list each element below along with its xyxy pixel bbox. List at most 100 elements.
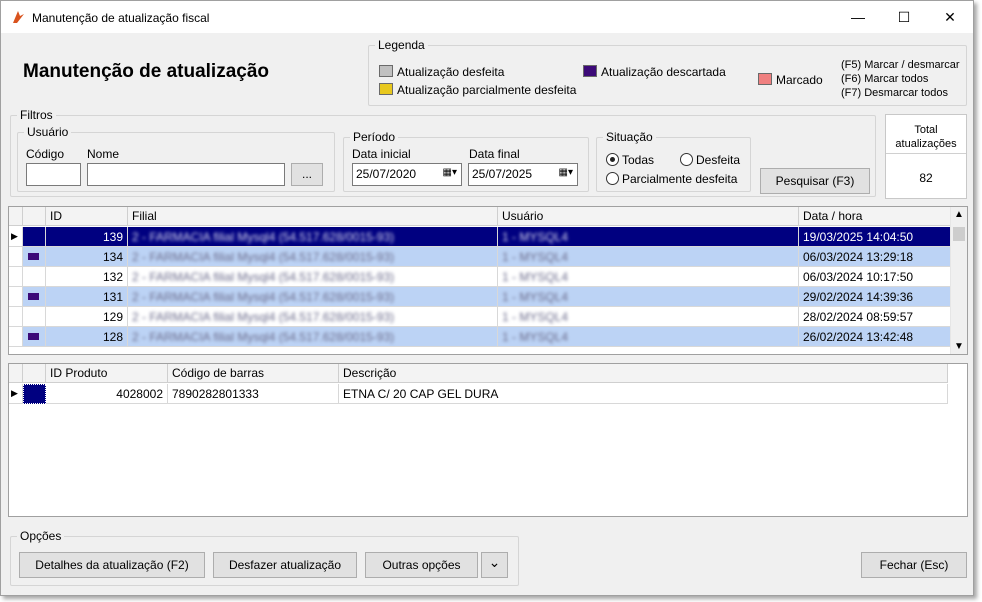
pesquisar-button[interactable]: Pesquisar (F3) [760,168,870,194]
radio-todas-label[interactable]: Todas [622,153,654,167]
id-cell[interactable]: 132 [46,267,128,287]
close-window-button[interactable]: ✕ [927,1,973,33]
id-cell[interactable]: 131 [46,287,128,307]
product-barcode-cell[interactable]: 7890282801333 [168,384,339,404]
filial-cell-text: 2 - FARMACIA filial Mysql4 (54.517.628/0… [132,250,395,264]
usuario-cell[interactable]: 1 - MYSQL4 [498,227,799,247]
data-hora-cell[interactable]: 26/02/2024 13:42:48 [799,327,951,347]
nome-input[interactable] [87,163,285,186]
products-table[interactable]: ID Produto Código de barras Descrição ▶ … [8,363,968,517]
col-header-codigo-barras[interactable]: Código de barras [168,364,339,383]
filial-cell[interactable]: 2 - FARMACIA filial Mysql4 (54.517.628/0… [128,327,498,347]
row-indicator-cell [9,327,23,347]
legend-label-descartada: Atualização descartada [601,65,726,79]
product-mark-cell[interactable] [23,384,46,404]
usuario-cell-text: 1 - MYSQL4 [502,290,569,304]
chevron-down-icon[interactable]: ⌄ [481,552,508,578]
data-hora-cell[interactable]: 06/03/2024 13:29:18 [799,247,951,267]
scroll-down-icon[interactable]: ▼ [951,341,967,352]
radio-desfeita-label[interactable]: Desfeita [696,153,740,167]
row-indicator-cell [9,247,23,267]
col-header-id[interactable]: ID [46,207,128,226]
outras-opcoes-button[interactable]: Outras opções [365,552,478,578]
id-cell[interactable]: 134 [46,247,128,267]
col-header-data[interactable]: Data / hora [799,207,951,226]
col-header-usuario[interactable]: Usuário [498,207,799,226]
id-cell[interactable]: 139 [46,227,128,247]
row-indicator-cell [9,267,23,287]
col-header-id-produto[interactable]: ID Produto [46,364,168,383]
row-indicator-cell [9,307,23,327]
col-header-filial[interactable]: Filial [128,207,498,226]
filial-cell[interactable]: 2 - FARMACIA filial Mysql4 (54.517.628/0… [128,267,498,287]
usuario-cell-text: 1 - MYSQL4 [502,230,569,244]
filial-cell-text: 2 - FARMACIA filial Mysql4 (54.517.628/0… [132,290,395,304]
col-header-descricao[interactable]: Descrição [339,364,948,383]
descartada-mark-icon [28,333,39,340]
id-cell-text: 129 [102,310,123,324]
filial-cell[interactable]: 2 - FARMACIA filial Mysql4 (54.517.628/0… [128,287,498,307]
opcoes-title: Opções [20,529,62,543]
data-inicial-value: 25/07/2020 [356,167,417,181]
updates-table[interactable]: ID Filial Usuário Data / hora ▶ 139 2 - FA… [8,206,968,355]
mark-cell[interactable] [23,267,46,287]
vertical-scrollbar[interactable]: ▲ ▼ [950,207,967,354]
data-hora-cell[interactable]: 29/02/2024 14:39:36 [799,287,951,307]
radio-parcial[interactable] [606,172,619,185]
product-id-cell[interactable]: 4028002 [46,384,168,404]
filial-cell[interactable]: 2 - FARMACIA filial Mysql4 (54.517.628/0… [128,227,498,247]
row-indicator-header [9,364,23,383]
id-cell[interactable]: 128 [46,327,128,347]
data-final-value: 25/07/2025 [472,167,533,181]
nome-label: Nome [87,147,120,161]
total-box: Total atualizações 82 [885,114,967,199]
minimize-button[interactable]: — [835,1,881,33]
mark-header [23,207,46,226]
row-indicator-cell [9,287,23,307]
codigo-input[interactable] [26,163,81,186]
descartada-mark-icon [28,253,39,260]
data-hora-cell[interactable]: 06/03/2024 10:17:50 [799,267,951,287]
data-final-input[interactable]: 25/07/2025 ▦▾ [468,163,578,186]
mark-cell[interactable] [23,247,46,267]
desfazer-button[interactable]: Desfazer atualização [213,552,357,578]
detalhes-button[interactable]: Detalhes da atualização (F2) [19,552,205,578]
data-hora-cell[interactable]: 28/02/2024 08:59:57 [799,307,951,327]
maximize-button[interactable]: ☐ [881,1,927,33]
filial-cell[interactable]: 2 - FARMACIA filial Mysql4 (54.517.628/0… [128,307,498,327]
data-hora-cell-text: 26/02/2024 13:42:48 [803,330,914,344]
mark-cell[interactable] [23,287,46,307]
data-hora-cell[interactable]: 19/03/2025 14:04:50 [799,227,951,247]
legend-swatch-parcial [379,83,393,95]
data-inicial-label: Data inicial [352,147,411,161]
legend-label-marcado: Marcado [776,73,823,87]
product-descricao-cell[interactable]: ETNA C/ 20 CAP GEL DURA [339,384,948,404]
radio-todas[interactable] [606,153,619,166]
radio-parcial-label[interactable]: Parcialmente desfeita [622,172,737,186]
total-value: 82 [919,171,933,185]
current-row-icon: ▶ [9,384,23,404]
data-hora-cell-text: 19/03/2025 14:04:50 [803,230,914,244]
data-inicial-input[interactable]: 25/07/2020 ▦▾ [352,163,462,186]
calendar-dropdown-icon[interactable]: ▦▾ [443,167,457,178]
data-hora-cell-text: 28/02/2024 08:59:57 [803,310,914,324]
title-bar: Manutenção de atualização fiscal — ☐ ✕ [1,1,973,33]
filial-cell[interactable]: 2 - FARMACIA filial Mysql4 (54.517.628/0… [128,247,498,267]
radio-desfeita[interactable] [680,153,693,166]
mark-cell[interactable] [23,227,46,247]
mark-cell[interactable] [23,307,46,327]
usuario-cell[interactable]: 1 - MYSQL4 [498,287,799,307]
browse-user-button[interactable]: ... [291,163,323,186]
shortcut-f7: (F7) Desmarcar todos [841,87,948,99]
mark-cell[interactable] [23,327,46,347]
usuario-cell[interactable]: 1 - MYSQL4 [498,307,799,327]
usuario-cell[interactable]: 1 - MYSQL4 [498,247,799,267]
calendar-dropdown-icon[interactable]: ▦▾ [559,167,573,178]
usuario-cell[interactable]: 1 - MYSQL4 [498,267,799,287]
data-hora-cell-text: 06/03/2024 10:17:50 [803,270,914,284]
usuario-cell[interactable]: 1 - MYSQL4 [498,327,799,347]
scroll-up-icon[interactable]: ▲ [951,209,967,220]
fechar-button[interactable]: Fechar (Esc) [861,552,967,578]
scroll-thumb[interactable] [953,227,965,241]
id-cell[interactable]: 129 [46,307,128,327]
